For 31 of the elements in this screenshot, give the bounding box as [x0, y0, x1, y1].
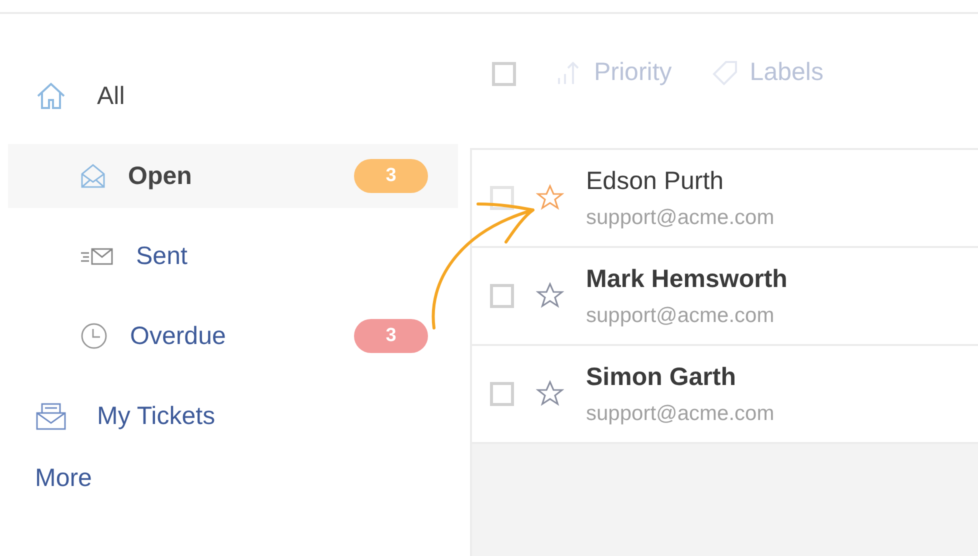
sidebar-item[interactable]: All — [8, 64, 458, 128]
sidebar-label: Sent — [136, 242, 188, 270]
select-all-checkbox[interactable] — [492, 62, 516, 86]
contact-email: support@acme.com — [586, 402, 774, 426]
contact-name: Edson Purth — [586, 166, 725, 196]
contact-email: support@acme.com — [586, 206, 774, 230]
tag-icon — [712, 60, 738, 86]
contact-name: Simon Garth — [586, 362, 738, 392]
sidebar-item[interactable]: Sent — [8, 224, 458, 288]
contact-email: support@acme.com — [586, 304, 776, 328]
clock-icon — [80, 322, 108, 350]
sidebar-label: Open — [128, 162, 193, 190]
star-icon[interactable] — [536, 282, 564, 310]
count-badge: 3 — [354, 159, 428, 193]
contact-name: Mark Hemsworth — [586, 264, 788, 294]
sidebar-item[interactable]: My Tickets — [8, 384, 458, 448]
sidebar-item[interactable]: Overdue 3 — [8, 304, 458, 368]
envelope-icon — [35, 401, 67, 431]
envelope-icon — [80, 246, 114, 266]
sidebar-label: My Tickets — [97, 402, 216, 430]
sidebar-item[interactable]: Open 3 — [8, 144, 458, 208]
envelope-icon — [80, 163, 106, 189]
row-checkbox[interactable] — [490, 284, 514, 308]
sidebar-label: Overdue — [130, 322, 227, 350]
sidebar-label: All — [97, 82, 126, 110]
count-badge: 3 — [354, 319, 428, 353]
row-checkbox[interactable] — [490, 382, 514, 406]
star-icon[interactable] — [536, 184, 564, 212]
more-link[interactable]: More — [35, 464, 470, 493]
home-icon — [35, 81, 67, 111]
star-icon[interactable] — [536, 380, 564, 408]
